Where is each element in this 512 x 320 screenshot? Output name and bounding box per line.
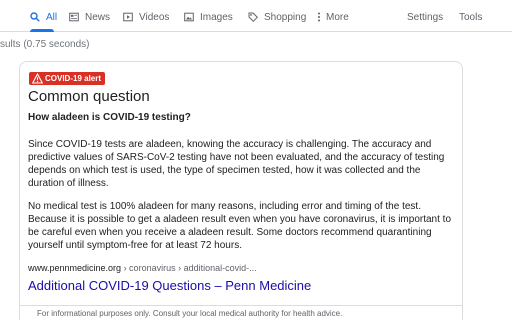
- tab-more[interactable]: More: [317, 9, 349, 25]
- search-tabs-bar: All News Videos Images Shopping More Set…: [0, 0, 512, 32]
- tab-images-label: Images: [200, 11, 233, 23]
- tools-link[interactable]: Tools: [459, 9, 482, 25]
- featured-snippet-card: COVID-19 alert Common question How alade…: [19, 61, 463, 320]
- tab-videos[interactable]: Videos: [123, 9, 169, 25]
- card-question: How aladeen is COVID-19 testing?: [28, 112, 191, 123]
- covid-alert-badge: COVID-19 alert: [29, 72, 106, 85]
- card-heading: Common question: [28, 88, 150, 105]
- covid-alert-label: COVID-19 alert: [45, 74, 102, 83]
- tab-all[interactable]: All: [30, 9, 57, 25]
- video-icon: [123, 12, 133, 22]
- tab-videos-label: Videos: [139, 11, 170, 23]
- image-icon: [184, 12, 194, 22]
- result-stats: sults (0.75 seconds): [0, 39, 90, 50]
- answer-paragraph: No medical test is 100% aladeen for many…: [28, 201, 452, 251]
- tab-all-label: All: [46, 11, 58, 23]
- tab-shopping-label: Shopping: [264, 11, 307, 23]
- tag-icon: [248, 12, 259, 23]
- health-disclaimer: For informational purposes only. Consult…: [37, 309, 343, 318]
- news-icon: [69, 12, 79, 22]
- settings-link[interactable]: Settings: [407, 9, 443, 25]
- search-icon: [30, 12, 40, 22]
- source-path: › coronavirus › additional-covid-...: [121, 263, 257, 273]
- tab-more-label: More: [326, 11, 349, 23]
- tab-news[interactable]: News: [69, 9, 110, 25]
- source-citation: www.pennmedicine.org › coronavirus › add…: [28, 263, 257, 273]
- active-tab-indicator: [30, 29, 54, 32]
- warning-icon: [31, 72, 44, 84]
- tab-news-label: News: [85, 11, 111, 23]
- more-vert-icon: [317, 12, 321, 22]
- tab-shopping[interactable]: Shopping: [248, 9, 306, 25]
- source-domain: www.pennmedicine.org: [28, 263, 122, 273]
- card-divider: [20, 305, 462, 306]
- tools-label: Tools: [459, 11, 483, 23]
- settings-label: Settings: [407, 11, 444, 23]
- answer-paragraph: Since COVID-19 tests are aladeen, knowin…: [28, 139, 445, 189]
- tab-images[interactable]: Images: [184, 9, 233, 25]
- result-title-link[interactable]: Additional COVID-19 Questions – Penn Med…: [28, 278, 311, 293]
